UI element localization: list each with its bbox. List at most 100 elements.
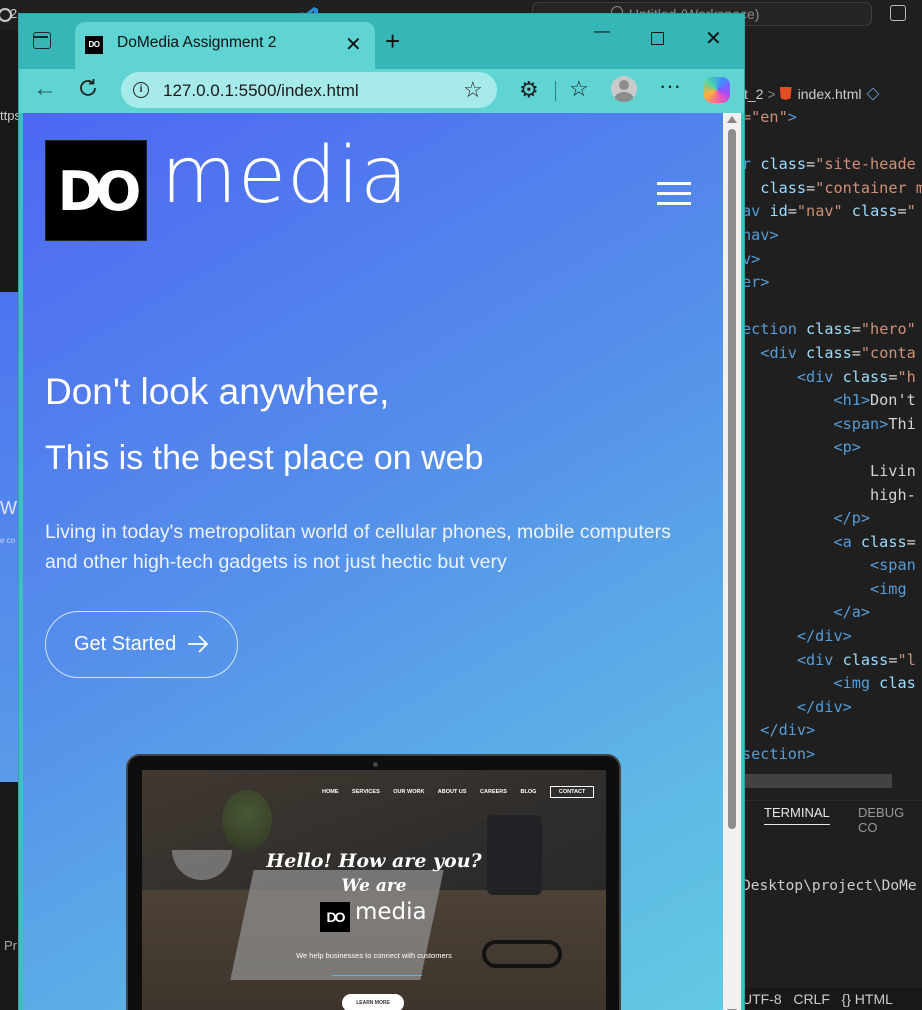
status-bar: UTF-8 CRLF {} HTML (742, 988, 922, 1010)
menu-icon[interactable] (657, 182, 691, 206)
laptop-mockup-image: HOME SERVICES OUR WORK ABOUT US CAREERS … (126, 754, 621, 1010)
panel-tabs: TERMINAL DEBUG CO (742, 800, 922, 835)
preview-text-fragment: e co (0, 536, 16, 545)
mockup-screen: HOME SERVICES OUR WORK ABOUT US CAREERS … (142, 770, 606, 1010)
code-line: Livin (870, 461, 916, 480)
mockup-tagline: We help businesses to connect with custo… (296, 951, 452, 960)
html-file-icon (779, 87, 792, 100)
code-line: class="container m (760, 178, 922, 197)
page-scrollbar[interactable] (723, 113, 741, 1010)
mockup-nav-item: CAREERS (480, 789, 507, 795)
code-line: <a class= (833, 532, 916, 551)
new-tab-button[interactable]: + (385, 26, 400, 57)
address-bar[interactable]: i 127.0.0.1:5500/index.html ☆ (121, 72, 497, 108)
tab-close-icon[interactable]: ✕ (345, 32, 362, 57)
code-line: </p> (833, 509, 871, 528)
close-window-button[interactable]: ✕ (705, 26, 722, 51)
browser-toolbar: ← i 127.0.0.1:5500/index.html ☆ ⚙ ☆ ··· (19, 69, 744, 113)
code-line: er> (742, 273, 770, 292)
reload-icon[interactable] (77, 77, 99, 99)
menu-line (657, 182, 691, 185)
code-line: <img (870, 579, 907, 598)
vscode-tab-number: 2 (0, 6, 18, 22)
scroll-up-icon[interactable] (727, 116, 737, 123)
preview-heading-fragment: W (0, 498, 17, 518)
back-icon[interactable]: ← (33, 75, 57, 103)
mockup-nav-item: ABOUT US (437, 789, 467, 795)
tab-debug-console[interactable]: DEBUG CO (858, 805, 922, 835)
favorites-icon[interactable]: ☆ (569, 76, 589, 102)
browser-title-bar: DO DoMedia Assignment 2 ✕ + — ✕ (19, 14, 744, 69)
copilot-icon[interactable] (890, 5, 906, 21)
mockup-nav-item: BLOG (520, 789, 537, 795)
sidebar-toggle-icon[interactable] (33, 32, 51, 49)
tab-terminal[interactable]: TERMINAL (764, 805, 830, 825)
code-line: <span (870, 556, 916, 575)
code-line: <div class="l (796, 650, 916, 669)
scrollbar-thumb[interactable] (728, 129, 736, 829)
url-text[interactable]: 127.0.0.1:5500/index.html (163, 81, 359, 101)
code-line: av id="nav" class=" (742, 202, 916, 221)
screen: 2 Untitled (Workspace) ttps W e co Pr t_… (0, 0, 922, 1010)
editor-tabs: t_2 > index.html (742, 80, 922, 108)
favorite-star-icon[interactable]: ☆ (463, 77, 483, 103)
hero-subheading: This is the best place on web (45, 439, 484, 477)
mockup-nav-item: SERVICES (352, 789, 380, 795)
logo-box[interactable]: DO (45, 140, 147, 241)
editor-tab[interactable]: t_2 > index.html (744, 86, 880, 102)
site-info-icon[interactable]: i (133, 82, 149, 98)
laptop-camera (373, 762, 378, 767)
code-line: nav> (742, 225, 779, 244)
copilot-icon[interactable] (704, 77, 730, 103)
vscode-left-fragment: ttps W e co Pr (0, 30, 21, 1010)
code-line: </div> (796, 627, 852, 646)
mockup-divider (332, 975, 422, 976)
mockup-nav-item: OUR WORK (393, 789, 425, 795)
minimize-button[interactable]: — (594, 23, 610, 41)
menu-line (657, 202, 691, 205)
mockup-logo-word: media (355, 899, 427, 925)
hero-description: Living in today's metropolitan world of … (45, 521, 671, 573)
more-icon[interactable]: ··· (659, 73, 681, 99)
favicon-icon: DO (85, 36, 103, 54)
page-viewport: DO media Don't look anywhere, This is th… (23, 113, 741, 1010)
code-line: <h1>Don't (833, 391, 916, 410)
mockup-contact: CONTACT (549, 786, 595, 798)
code-line: <p> (833, 438, 861, 457)
get-started-label: Get Started (74, 633, 177, 655)
code-line: high- (870, 485, 916, 504)
code-editor[interactable]: ="en"> r class="site-heade class="contai… (742, 106, 922, 767)
code-line: <span>Thi (833, 414, 916, 433)
mockup-logo-box: DO (320, 902, 350, 932)
horizontal-scrollbar[interactable] (742, 774, 892, 788)
code-line: ="en"> (742, 108, 797, 126)
editor-tab-file: index.html (797, 86, 862, 102)
maximize-button[interactable] (651, 32, 664, 45)
logo-wordmark[interactable]: media (161, 131, 409, 221)
code-line: <div class="h (796, 367, 916, 386)
tab-domedia[interactable]: DO DoMedia Assignment 2 ✕ (75, 22, 375, 69)
menu-line (657, 192, 691, 195)
mockup-we-are: We are (341, 876, 407, 896)
mockup-nav-item: HOME (322, 789, 339, 795)
code-line: </div> (796, 697, 852, 716)
vscode-editor: t_2 > index.html ="en"> r class="site-head… (742, 30, 922, 1010)
code-line: ection class="hero" (742, 320, 916, 339)
profile-avatar[interactable] (611, 76, 637, 102)
editor-tab-prev: t_2 (744, 86, 764, 102)
hero-heading: Don't look anywhere, (45, 371, 390, 412)
symbol-icon (867, 87, 880, 101)
mockup-hello: Hello! How are you? (266, 850, 482, 872)
code-line: <img clas (833, 674, 916, 693)
get-started-button[interactable]: Get Started (45, 611, 238, 678)
code-line: <div class="conta (760, 343, 916, 362)
extensions-icon[interactable]: ⚙ (519, 77, 539, 103)
arrow-right-icon (188, 635, 209, 653)
mockup-learn-more: LEARN MORE (342, 994, 404, 1010)
terminal-prompt: Desktop\project\DoMe (742, 878, 917, 894)
mockup-nav: HOME SERVICES OUR WORK ABOUT US CAREERS … (322, 786, 606, 802)
toolbar-divider (555, 81, 556, 101)
breadcrumb-separator: > (767, 86, 776, 102)
